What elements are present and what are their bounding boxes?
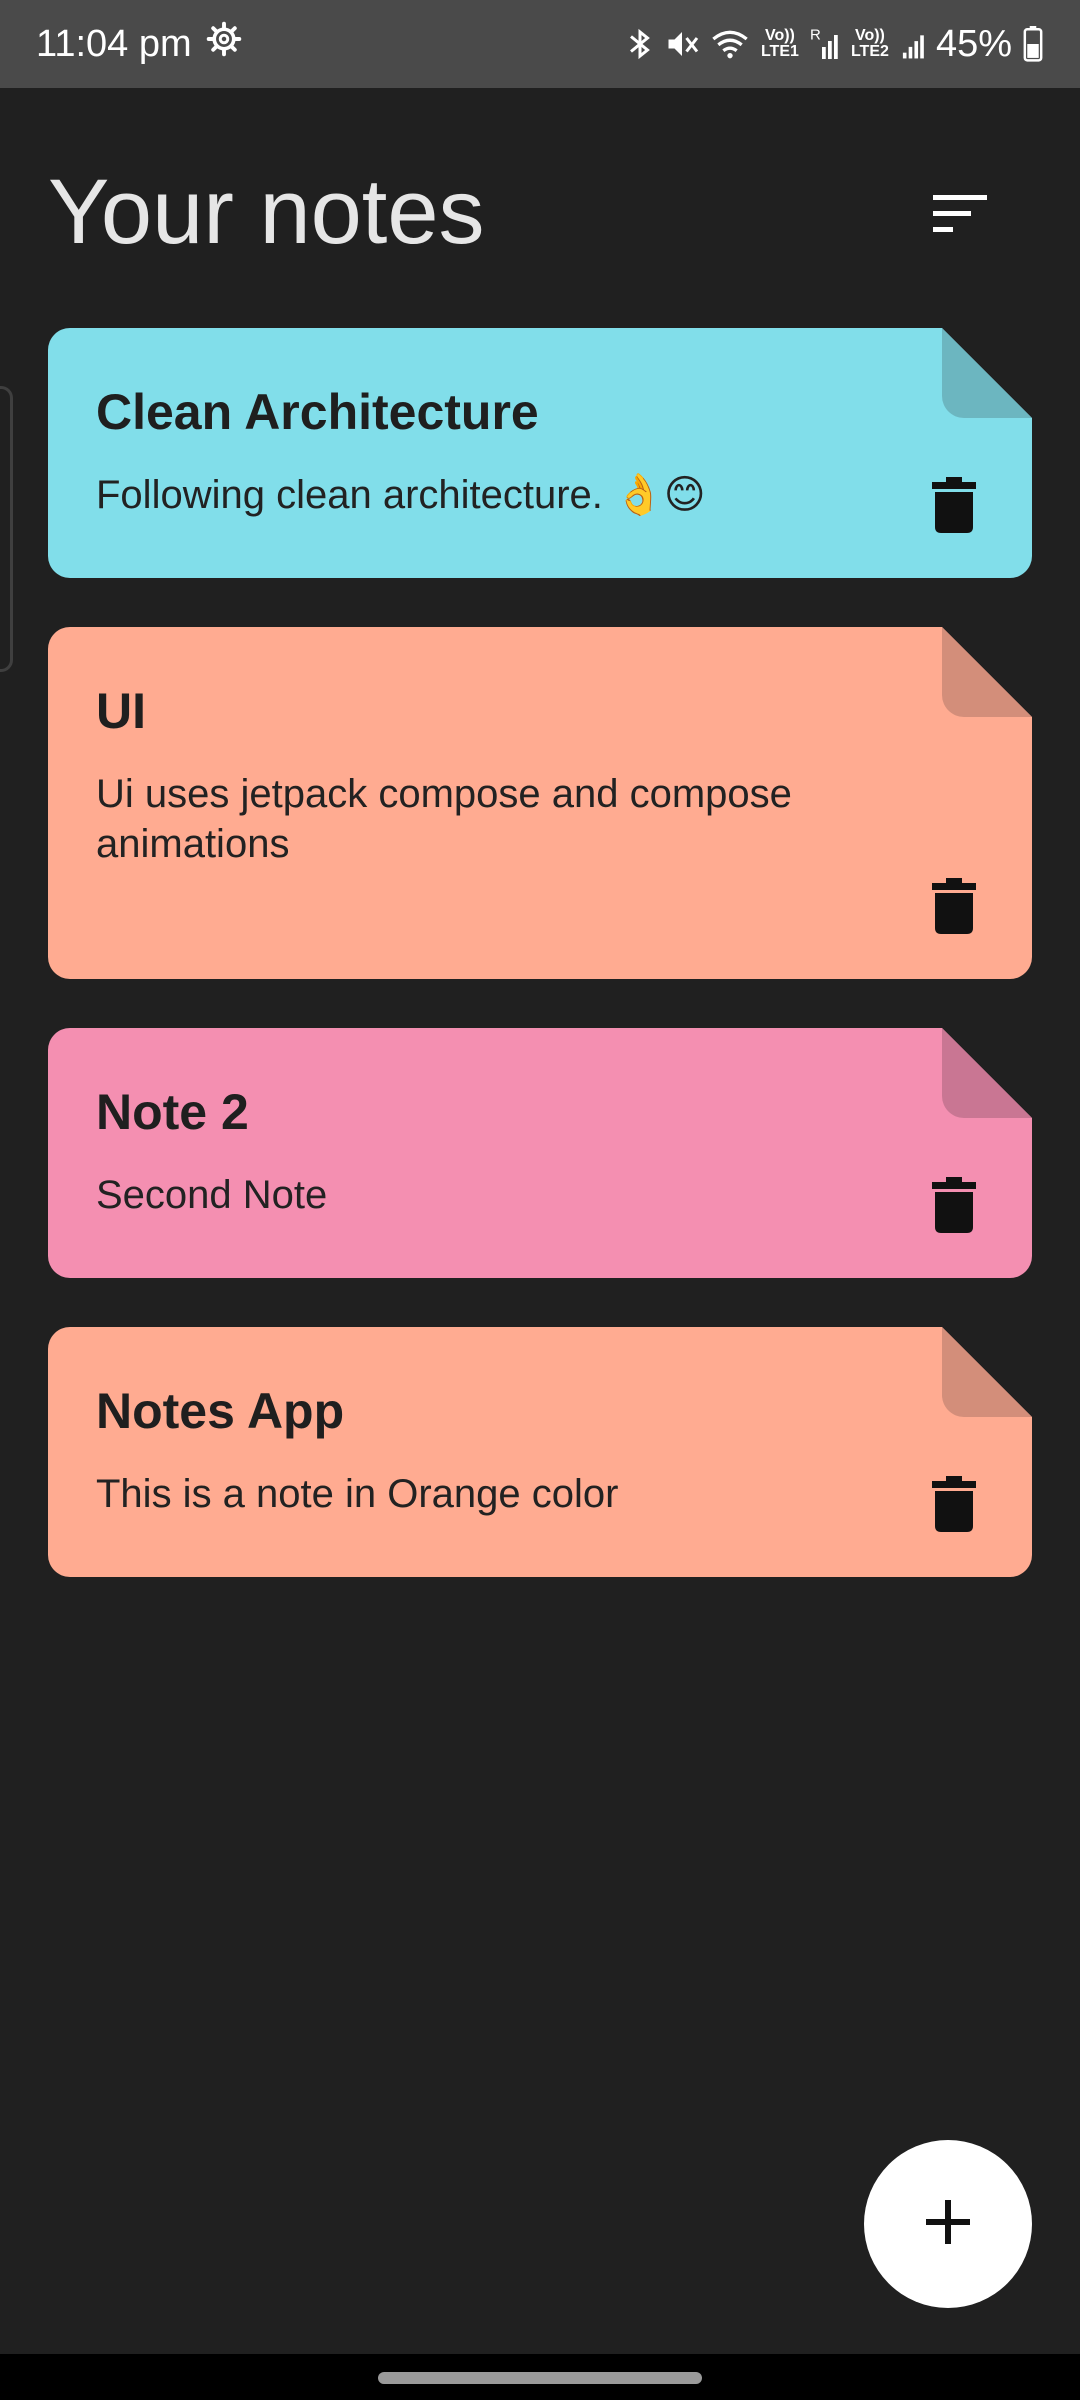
bluetooth-icon (626, 26, 654, 62)
note-card[interactable]: UI Ui uses jetpack compose and compose a… (48, 627, 1032, 979)
note-content: Following clean architecture. 👌😊 (96, 473, 706, 517)
trash-icon (932, 1475, 976, 1537)
battery-icon (1022, 26, 1044, 62)
sort-button[interactable] (916, 172, 1004, 260)
note-fold-corner (942, 1028, 1032, 1118)
gear-icon (206, 21, 242, 67)
delete-note-button[interactable] (924, 873, 984, 943)
edge-panel-handle[interactable] (0, 386, 13, 672)
note-card[interactable]: Clean Architecture Following clean archi… (48, 328, 1032, 578)
note-content: Ui uses jetpack compose and compose anim… (96, 772, 792, 866)
page-title: Your notes (48, 161, 485, 263)
add-note-button[interactable] (864, 2140, 1032, 2308)
delete-note-button[interactable] (924, 472, 984, 542)
note-fold-corner (942, 1327, 1032, 1417)
trash-icon (932, 476, 976, 538)
note-content: This is a note in Orange color (96, 1472, 619, 1516)
sim1-label: Vo)) LTE1 (760, 27, 799, 60)
note-content: Second Note (96, 1173, 328, 1217)
sort-icon (931, 193, 989, 240)
notes-screen: 11:04 pm Vo)) LTE1 R Vo)) LTE2 45% Your … (0, 0, 1080, 2400)
battery-percent: 45% (935, 22, 1012, 65)
mute-icon (664, 26, 700, 62)
trash-icon (932, 877, 976, 939)
note-title: UI (96, 683, 146, 739)
status-bar: 11:04 pm Vo)) LTE1 R Vo)) LTE2 45% (0, 0, 1080, 88)
home-gesture-bar[interactable] (378, 2372, 702, 2384)
note-fold-corner (942, 627, 1032, 717)
note-card[interactable]: Note 2 Second Note (48, 1028, 1032, 1278)
note-card[interactable]: Notes App This is a note in Orange color (48, 1327, 1032, 1577)
status-time: 11:04 pm (36, 22, 192, 65)
note-title: Notes App (96, 1383, 345, 1439)
note-title: Clean Architecture (96, 384, 539, 440)
note-fold-corner (942, 328, 1032, 418)
note-title: Note 2 (96, 1084, 249, 1140)
status-right: Vo)) LTE1 R Vo)) LTE2 45% (626, 23, 1044, 66)
signal-icon-sim2 (900, 26, 926, 62)
sim2-label: Vo)) LTE2 (850, 27, 889, 60)
plus-icon (924, 2198, 972, 2251)
delete-note-button[interactable] (924, 1471, 984, 1541)
status-left: 11:04 pm (36, 21, 242, 67)
trash-icon (932, 1176, 976, 1238)
signal-icon-sim1: R (810, 26, 840, 62)
roaming-indicator: R (810, 27, 821, 44)
delete-note-button[interactable] (924, 1172, 984, 1242)
wifi-icon (710, 26, 750, 62)
